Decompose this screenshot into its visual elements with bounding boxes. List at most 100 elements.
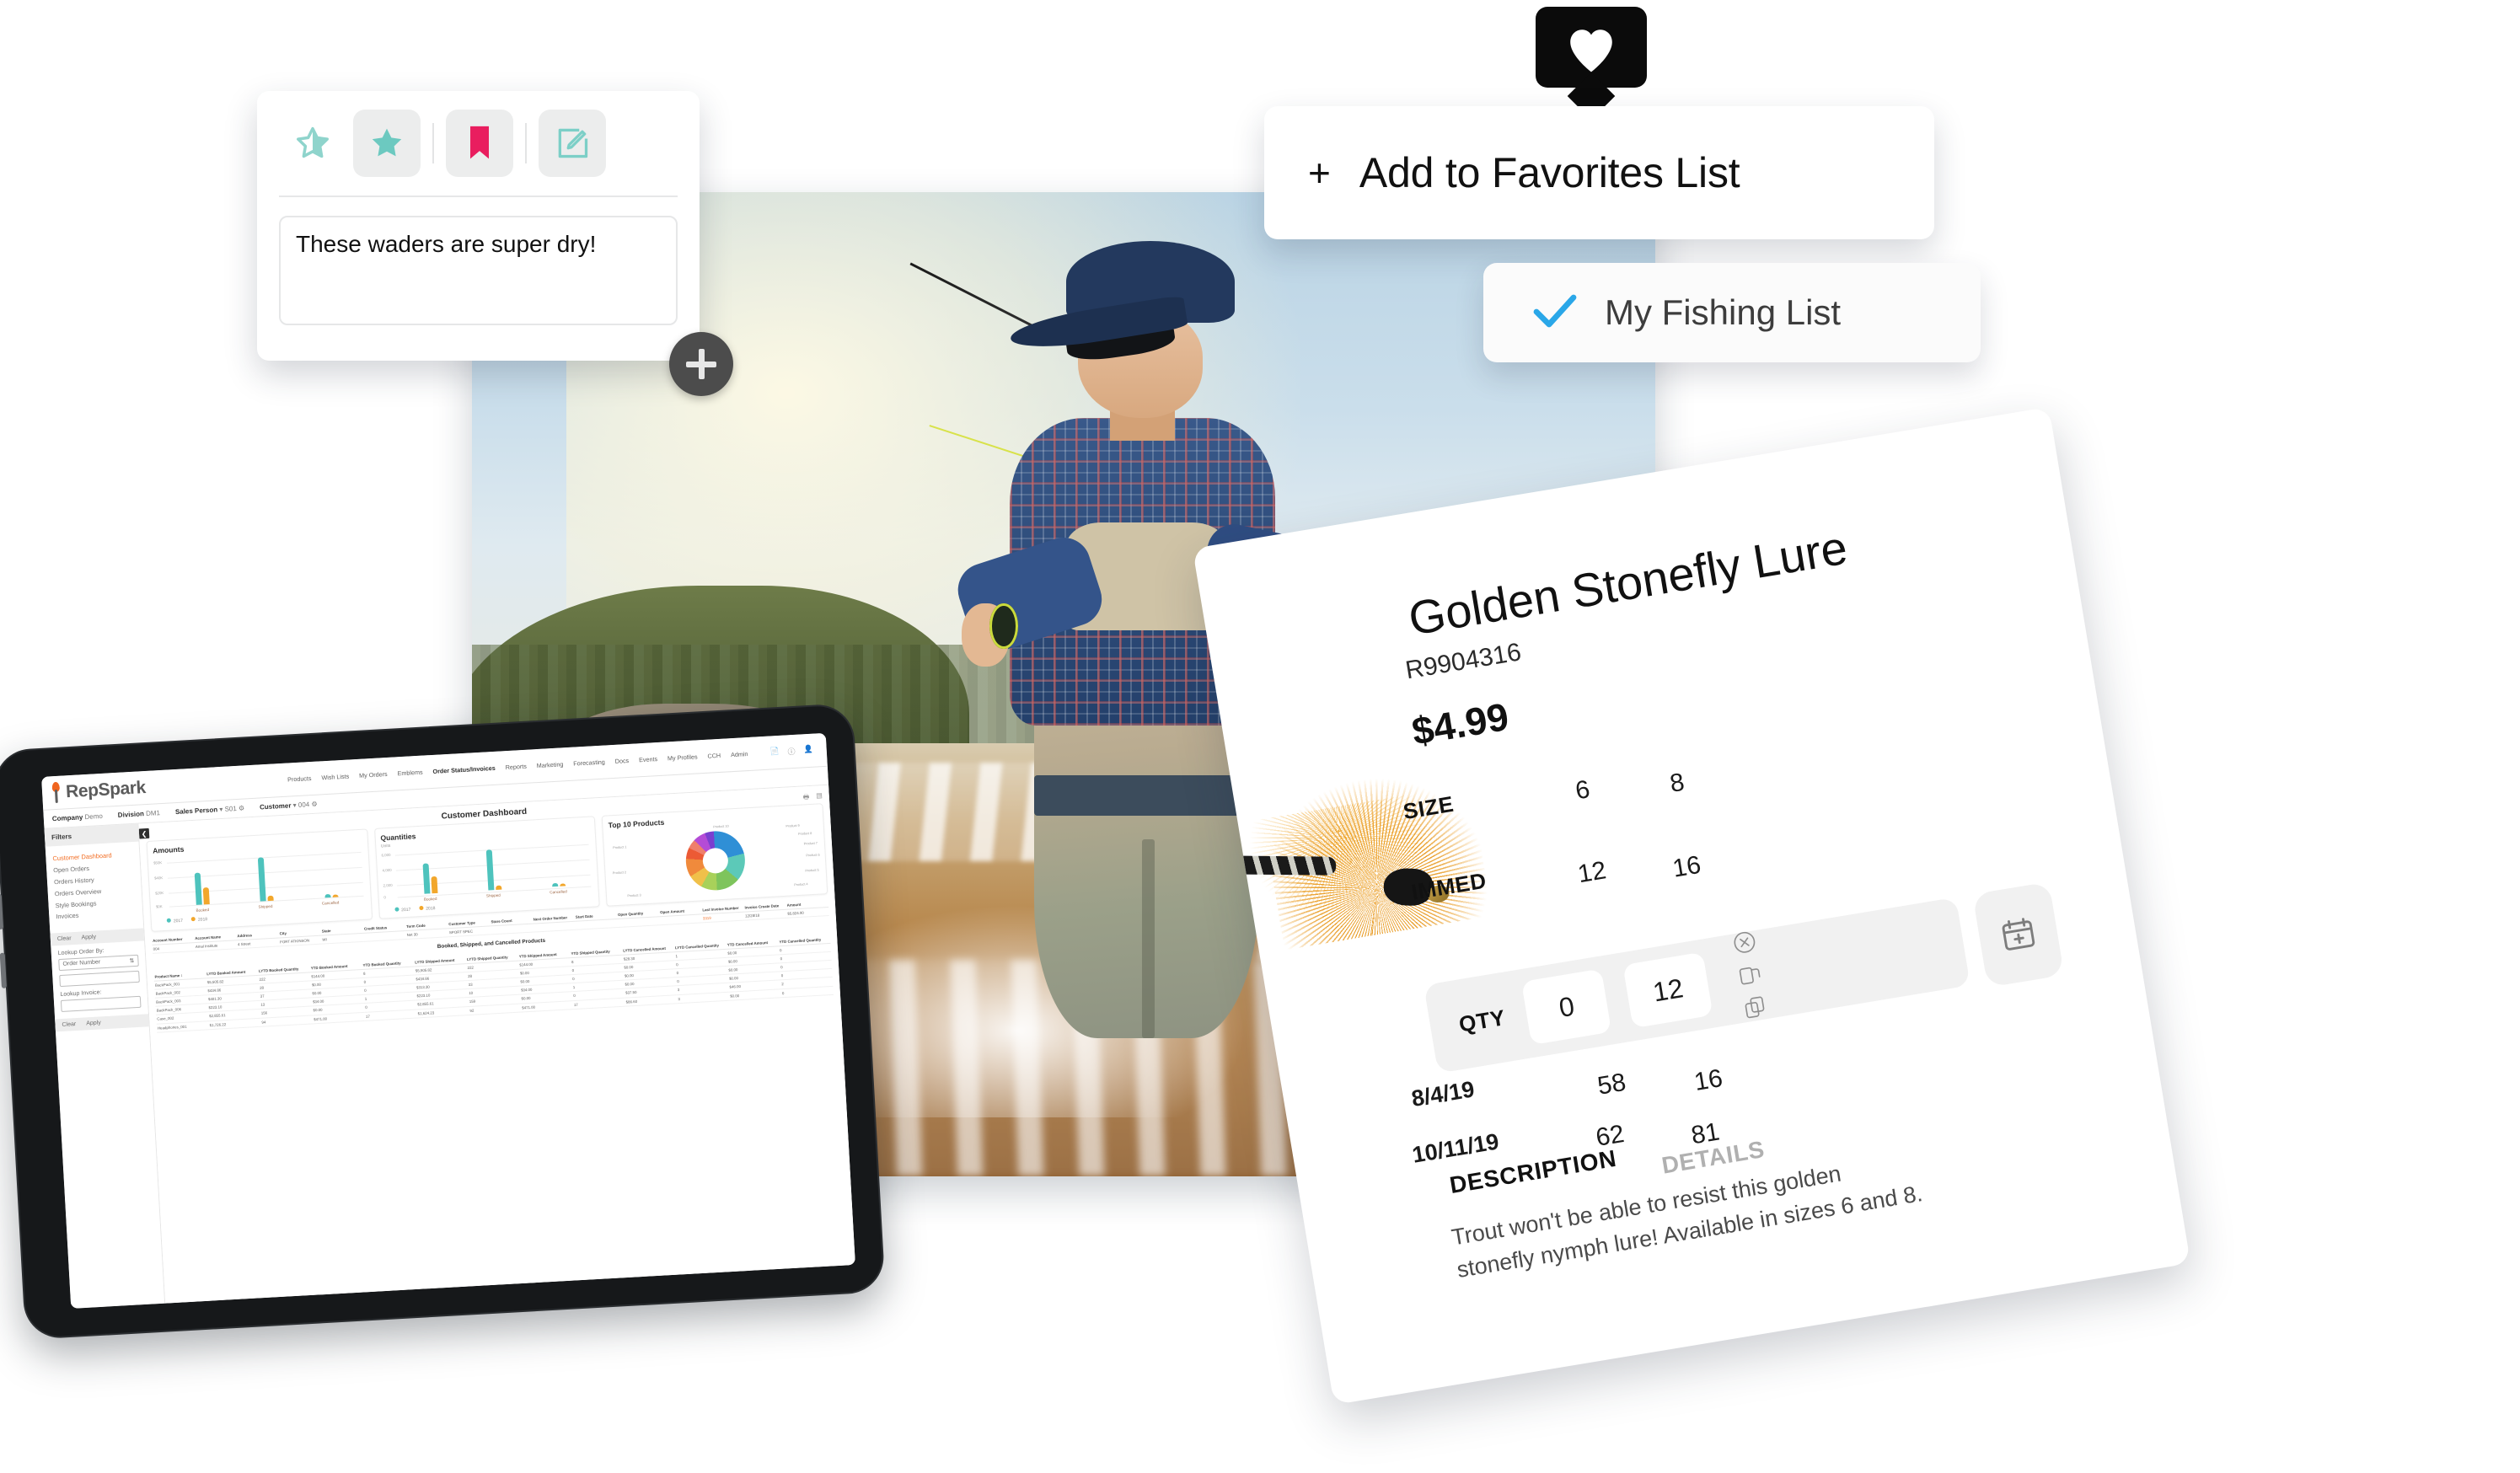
product-sku: R9904316 (1403, 638, 1524, 685)
copy-down-icon[interactable] (1741, 992, 1771, 1025)
immed-value-0: 12 (1575, 856, 1609, 889)
size-value-0: 6 (1573, 775, 1592, 806)
icon-divider-2 (525, 123, 527, 163)
calendar-add-icon[interactable] (1972, 881, 2065, 988)
qty-label: QTY (1456, 1004, 1508, 1037)
nav-item-forecasting[interactable]: Forecasting (573, 758, 605, 768)
apply-button-top[interactable]: Apply (81, 934, 96, 940)
future-value-0-1: 16 (1692, 1063, 1725, 1097)
chart-amounts: $50K $40K $20K $0K Booked Shipped Cancel… (153, 847, 366, 916)
filter-actions-bottom: Clear Apply (55, 1013, 149, 1032)
composition-stage: These waders are super dry! + Add to Fav… (0, 0, 2520, 1473)
tablet-screen: RepSpark Products Wish Lists My Orders E… (41, 732, 855, 1309)
product-title: Golden Stonefly Lure (1404, 520, 1852, 645)
nav-item-admin[interactable]: Admin (731, 750, 748, 758)
pie-label-6: Product 6 (806, 853, 820, 858)
clear-button-bottom[interactable]: Clear (62, 1021, 76, 1028)
topbar-icons: 📄 ⓘ 👤 (769, 745, 813, 758)
angler-belt (1033, 775, 1259, 816)
table-cell: Headphones_001 (156, 1020, 209, 1032)
qty-action-icons (1730, 928, 1771, 1026)
future-date-0: 8/4/19 (1409, 1076, 1477, 1112)
heart-icon (1570, 29, 1612, 72)
tablet-device: RepSpark Products Wish Lists My Orders E… (0, 703, 886, 1340)
legend-amounts-2018: 2018 (190, 916, 207, 923)
nav-item-docs[interactable]: Docs (615, 757, 630, 765)
ytick-amounts-1: $20K (154, 891, 164, 896)
clear-icon[interactable] (1730, 928, 1760, 961)
apply-button-bottom[interactable]: Apply (86, 1020, 101, 1026)
chart-card-top-products: Top 10 Products Product 1 Product 2 Prod… (602, 803, 828, 907)
ytick-amounts-2: $40K (153, 876, 164, 881)
ytick-qty-0: 0 (383, 895, 386, 900)
favorites-heart-pin (1536, 7, 1647, 121)
nav-item-wish-lists[interactable]: Wish Lists (321, 773, 349, 782)
icon-divider-1 (432, 123, 434, 163)
favorites-list-item[interactable]: My Fishing List (1483, 263, 1981, 362)
add-to-favorites-button[interactable]: + Add to Favorites List (1264, 106, 1934, 239)
nav-item-marketing[interactable]: Marketing (537, 760, 564, 769)
context-division[interactable]: Division DM1 (118, 809, 161, 819)
context-sales-person[interactable]: Sales Person ▾ S01 ⚙ (175, 804, 245, 816)
future-value-0-0: 58 (1595, 1068, 1628, 1101)
copy-right-icon[interactable] (1735, 960, 1765, 993)
pie-label-10: Product 10 (713, 824, 729, 829)
nav-item-emblems[interactable]: Emblems (397, 769, 422, 778)
pie-label-4: Product 4 (794, 882, 808, 887)
chart-card-quantities: Quantities Units 6,000 4,000 2,000 0 Boo… (373, 816, 601, 919)
table-cell: $1,726.22 (208, 1017, 261, 1030)
review-note-input[interactable]: These waders are super dry! (279, 216, 678, 325)
chart-top-products: Product 1 Product 2 Product 3 Product 4 … (609, 820, 822, 903)
pie-label-1: Product 1 (613, 845, 627, 850)
print-icon[interactable]: 🖶 (802, 792, 809, 804)
qty-input-1[interactable]: 12 (1622, 951, 1713, 1029)
context-customer[interactable]: Customer ▾ 004 ⚙ (260, 801, 318, 811)
bargroup-shipped (485, 849, 502, 891)
bargroup-cancelled (552, 882, 566, 887)
legend-qty-2018: 2018 (419, 905, 436, 912)
pie-label-5: Product 5 (805, 868, 819, 873)
clear-button-top[interactable]: Clear (57, 935, 72, 942)
filled-star-icon[interactable] (353, 110, 421, 177)
table-cell: 0 (780, 985, 834, 998)
table-cell: 17 (572, 997, 625, 1010)
nav-item-events[interactable]: Events (639, 755, 657, 763)
check-icon (1532, 292, 1578, 334)
legend-qty-2017: 2017 (394, 907, 411, 913)
export-icon[interactable]: ▤ (816, 791, 823, 803)
product-detail-card: Golden Stonefly Lure R9904316 $4.99 SIZE… (1192, 406, 2191, 1406)
bargroup-booked (422, 863, 438, 894)
nav-item-reports[interactable]: Reports (505, 763, 527, 771)
table-cell: $1,624.23 (416, 1006, 469, 1018)
add-image-button[interactable] (669, 332, 733, 396)
ytick-qty-2: 4,000 (382, 867, 392, 873)
qty-input-0[interactable]: 0 (1521, 968, 1612, 1046)
help-icon[interactable]: ⓘ (787, 746, 796, 757)
user-icon[interactable]: 👤 (803, 745, 813, 757)
size-value-1: 8 (1668, 768, 1686, 798)
nav-item-cch[interactable]: CCH (707, 752, 721, 760)
pie-label-7: Product 7 (803, 841, 818, 846)
angler-leg-split (1142, 838, 1155, 1038)
brand-name: RepSpark (65, 777, 147, 801)
ytick-qty-1: 2,000 (383, 882, 393, 888)
collapse-sidebar-button[interactable]: ❮ (138, 828, 150, 839)
table-cell: $471.00 (520, 1000, 574, 1012)
bargroup-shipped (258, 857, 275, 902)
bookmark-icon[interactable] (446, 110, 513, 177)
bargroup-booked (194, 872, 210, 905)
context-company[interactable]: Company Demo (52, 812, 103, 822)
edit-note-icon[interactable] (539, 110, 606, 177)
repspark-logo[interactable]: RepSpark (50, 777, 146, 804)
pie-label-3: Product 3 (627, 893, 641, 898)
nav-item-order-status[interactable]: Order Status/Invoices (432, 764, 496, 775)
table-cell: 17 (364, 1009, 417, 1020)
half-star-icon[interactable] (279, 110, 346, 177)
nav-item-my-orders[interactable]: My Orders (359, 770, 388, 779)
nav-item-my-profiles[interactable]: My Profiles (668, 753, 698, 762)
table-cell: 92 (469, 1003, 522, 1015)
document-icon[interactable]: 📄 (769, 747, 780, 758)
nav-item-products[interactable]: Products (287, 774, 312, 784)
chart-card-amounts: Amounts $50K $40K $20K $0K Booked Shippe… (146, 828, 373, 932)
product-review-card: These waders are super dry! (257, 91, 700, 361)
